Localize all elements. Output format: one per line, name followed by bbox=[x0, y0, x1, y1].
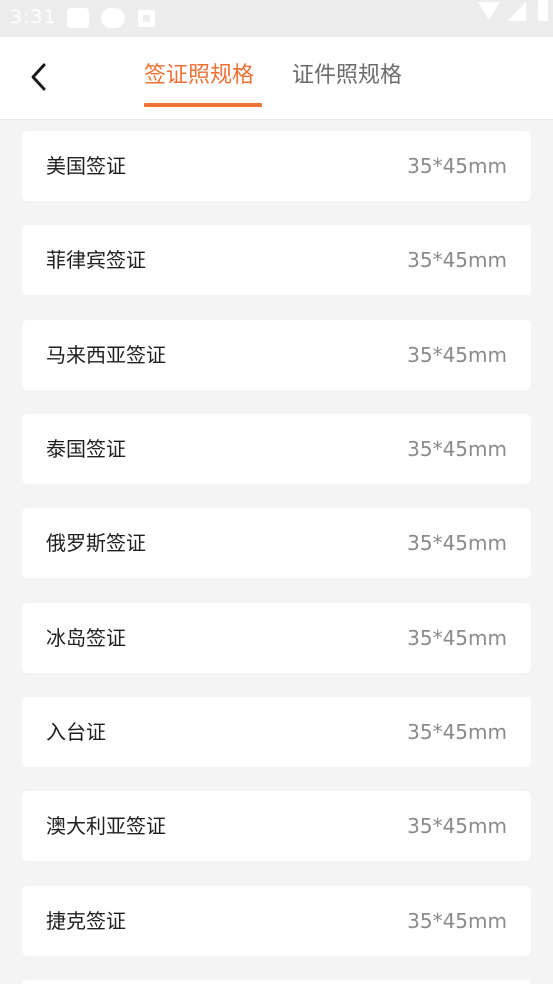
signal-icon bbox=[507, 2, 526, 21]
item-name: 俄罗斯签证 bbox=[46, 531, 146, 555]
tab-visa-photo-specs[interactable]: 签证照规格 bbox=[144, 61, 254, 91]
item-name: 澳大利亚签证 bbox=[46, 814, 166, 838]
list-item[interactable]: 入台证 35*45mm bbox=[22, 697, 531, 767]
notification-bubble-icon bbox=[101, 8, 125, 28]
wifi-icon bbox=[478, 2, 500, 20]
item-size: 35*45mm bbox=[407, 154, 507, 178]
list-item[interactable]: 澳大利亚签证 35*45mm bbox=[22, 791, 531, 861]
list-item[interactable]: 美国签证 35*45mm bbox=[22, 131, 531, 201]
item-size: 35*45mm bbox=[407, 248, 507, 272]
item-name: 菲律宾签证 bbox=[46, 248, 146, 272]
notification-square-icon bbox=[67, 8, 89, 28]
item-size: 35*45mm bbox=[407, 531, 507, 555]
list-item[interactable]: 冰岛签证 35*45mm bbox=[22, 603, 531, 673]
item-size: 35*45mm bbox=[407, 626, 507, 650]
battery-icon bbox=[538, 0, 548, 21]
item-size: 35*45mm bbox=[407, 343, 507, 367]
notification-app-icon bbox=[138, 10, 155, 27]
item-name: 美国签证 bbox=[46, 154, 126, 178]
list-item[interactable]: 菲律宾签证 35*45mm bbox=[22, 225, 531, 295]
item-name: 马来西亚签证 bbox=[46, 343, 166, 367]
active-tab-indicator bbox=[144, 103, 262, 107]
list-item[interactable]: 马来西亚签证 35*45mm bbox=[22, 320, 531, 390]
list-item[interactable]: 泰国签证 35*45mm bbox=[22, 414, 531, 484]
status-time: 3:31 bbox=[10, 6, 57, 28]
list-item[interactable]: 捷克签证 35*45mm bbox=[22, 886, 531, 956]
header: 签证照规格 证件照规格 bbox=[0, 37, 553, 120]
item-size: 35*45mm bbox=[407, 814, 507, 838]
item-name: 捷克签证 bbox=[46, 909, 126, 933]
item-size: 35*45mm bbox=[407, 720, 507, 744]
item-size: 35*45mm bbox=[407, 909, 507, 933]
item-size: 35*45mm bbox=[407, 437, 507, 461]
tab-id-photo-specs[interactable]: 证件照规格 bbox=[292, 61, 402, 91]
item-name: 泰国签证 bbox=[46, 437, 126, 461]
back-button[interactable] bbox=[20, 57, 60, 97]
item-name: 入台证 bbox=[46, 720, 106, 744]
item-name: 冰岛签证 bbox=[46, 626, 126, 650]
list-item[interactable]: 俄罗斯签证 35*45mm bbox=[22, 508, 531, 578]
status-bar: 3:31 bbox=[0, 0, 553, 37]
list-item-partial[interactable] bbox=[22, 980, 531, 984]
back-arrow-icon bbox=[31, 63, 46, 91]
